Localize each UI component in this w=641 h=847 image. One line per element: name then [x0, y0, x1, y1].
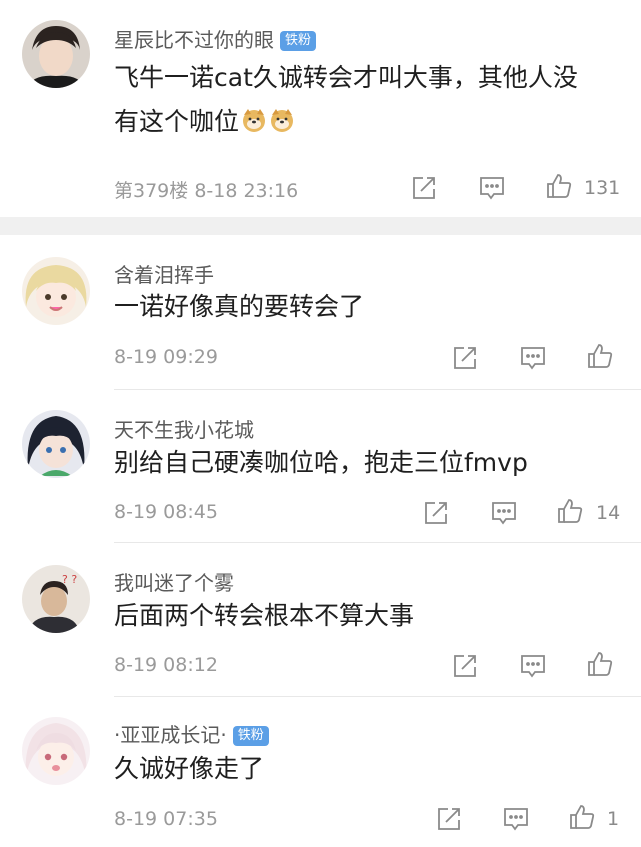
timestamp: 8-19 08:12 — [114, 654, 218, 676]
username-text[interactable]: 星辰比不过你的眼 — [114, 28, 274, 52]
comment-text-line: 飞牛一诺cat久诚转会才叫大事，其他人没 — [114, 63, 578, 92]
like-count: 1 — [607, 808, 620, 830]
comment-item[interactable]: 含着泪挥手 一诺好像真的要转会了 8-19 09:29 — [0, 235, 641, 390]
fan-badge: 铁粉 — [232, 726, 269, 746]
avatar[interactable] — [22, 410, 90, 478]
comment-text-line: 有这个咖位 — [114, 100, 578, 144]
doge-emoji-icon — [241, 103, 267, 132]
fan-badge: 铁粉 — [280, 31, 317, 51]
svg-text:? ?: ? ? — [62, 573, 77, 586]
thumbs-up-icon[interactable] — [557, 498, 583, 524]
share-icon[interactable] — [452, 345, 478, 371]
avatar[interactable] — [22, 257, 90, 325]
share-icon[interactable] — [436, 806, 462, 832]
username[interactable]: 含着泪挥手 — [114, 259, 214, 288]
like-count: 14 — [596, 502, 621, 524]
comment-text: 一诺好像真的要转会了 — [114, 292, 365, 321]
comment-icon[interactable] — [491, 500, 517, 526]
timestamp: 8-19 08:45 — [114, 501, 218, 523]
username[interactable]: 星辰比不过你的眼 铁粉 — [114, 24, 317, 53]
comment-meta: 第379楼 8-18 23:16 — [114, 176, 298, 203]
username[interactable]: 我叫迷了个雾 — [114, 567, 234, 596]
username[interactable]: 天不生我小花城 — [114, 414, 254, 443]
thumbs-up-icon[interactable] — [569, 804, 595, 830]
comment-icon[interactable] — [520, 345, 546, 371]
comment-text: 飞牛一诺cat久诚转会才叫大事，其他人没 有这个咖位 — [114, 56, 578, 144]
share-icon[interactable] — [452, 653, 478, 679]
avatar[interactable] — [22, 717, 90, 785]
comment-icon[interactable] — [520, 653, 546, 679]
doge-emoji-icon — [269, 103, 295, 132]
section-divider — [0, 217, 641, 235]
comment-text: 别给自己硬凑咖位哈，抱走三位fmvp — [114, 448, 528, 477]
username-text[interactable]: ·亚亚成长记· — [114, 723, 227, 747]
avatar[interactable] — [22, 20, 90, 88]
comment-item[interactable]: 天不生我小花城 别给自己硬凑咖位哈，抱走三位fmvp 8-19 08:45 14 — [0, 390, 641, 543]
timestamp: 8-19 07:35 — [114, 808, 218, 830]
thumbs-up-icon[interactable] — [587, 651, 613, 677]
username[interactable]: ·亚亚成长记· 铁粉 — [114, 719, 269, 748]
comment-icon[interactable] — [503, 806, 529, 832]
share-icon[interactable] — [423, 500, 449, 526]
avatar[interactable]: ? ? — [22, 565, 90, 633]
comment-text: 久诚好像走了 — [114, 754, 265, 783]
thumbs-up-icon[interactable] — [546, 173, 572, 199]
like-count: 131 — [584, 177, 621, 199]
thumbs-up-icon[interactable] — [587, 343, 613, 369]
timestamp: 8-19 09:29 — [114, 346, 218, 368]
comment-item[interactable]: ? ? 我叫迷了个雾 后面两个转会根本不算大事 8-19 08:12 — [0, 543, 641, 696]
comment-item[interactable]: 星辰比不过你的眼 铁粉 飞牛一诺cat久诚转会才叫大事，其他人没 有这个咖位 第3… — [0, 0, 641, 217]
comment-text-segment: 有这个咖位 — [114, 107, 240, 136]
comment-icon[interactable] — [479, 175, 505, 201]
floor-number: 第379楼 — [114, 180, 189, 202]
timestamp: 8-18 23:16 — [194, 180, 299, 202]
comment-text: 后面两个转会根本不算大事 — [114, 601, 415, 630]
comment-item[interactable]: ·亚亚成长记· 铁粉 久诚好像走了 8-19 07:35 1 — [0, 697, 641, 847]
share-icon[interactable] — [411, 175, 437, 201]
